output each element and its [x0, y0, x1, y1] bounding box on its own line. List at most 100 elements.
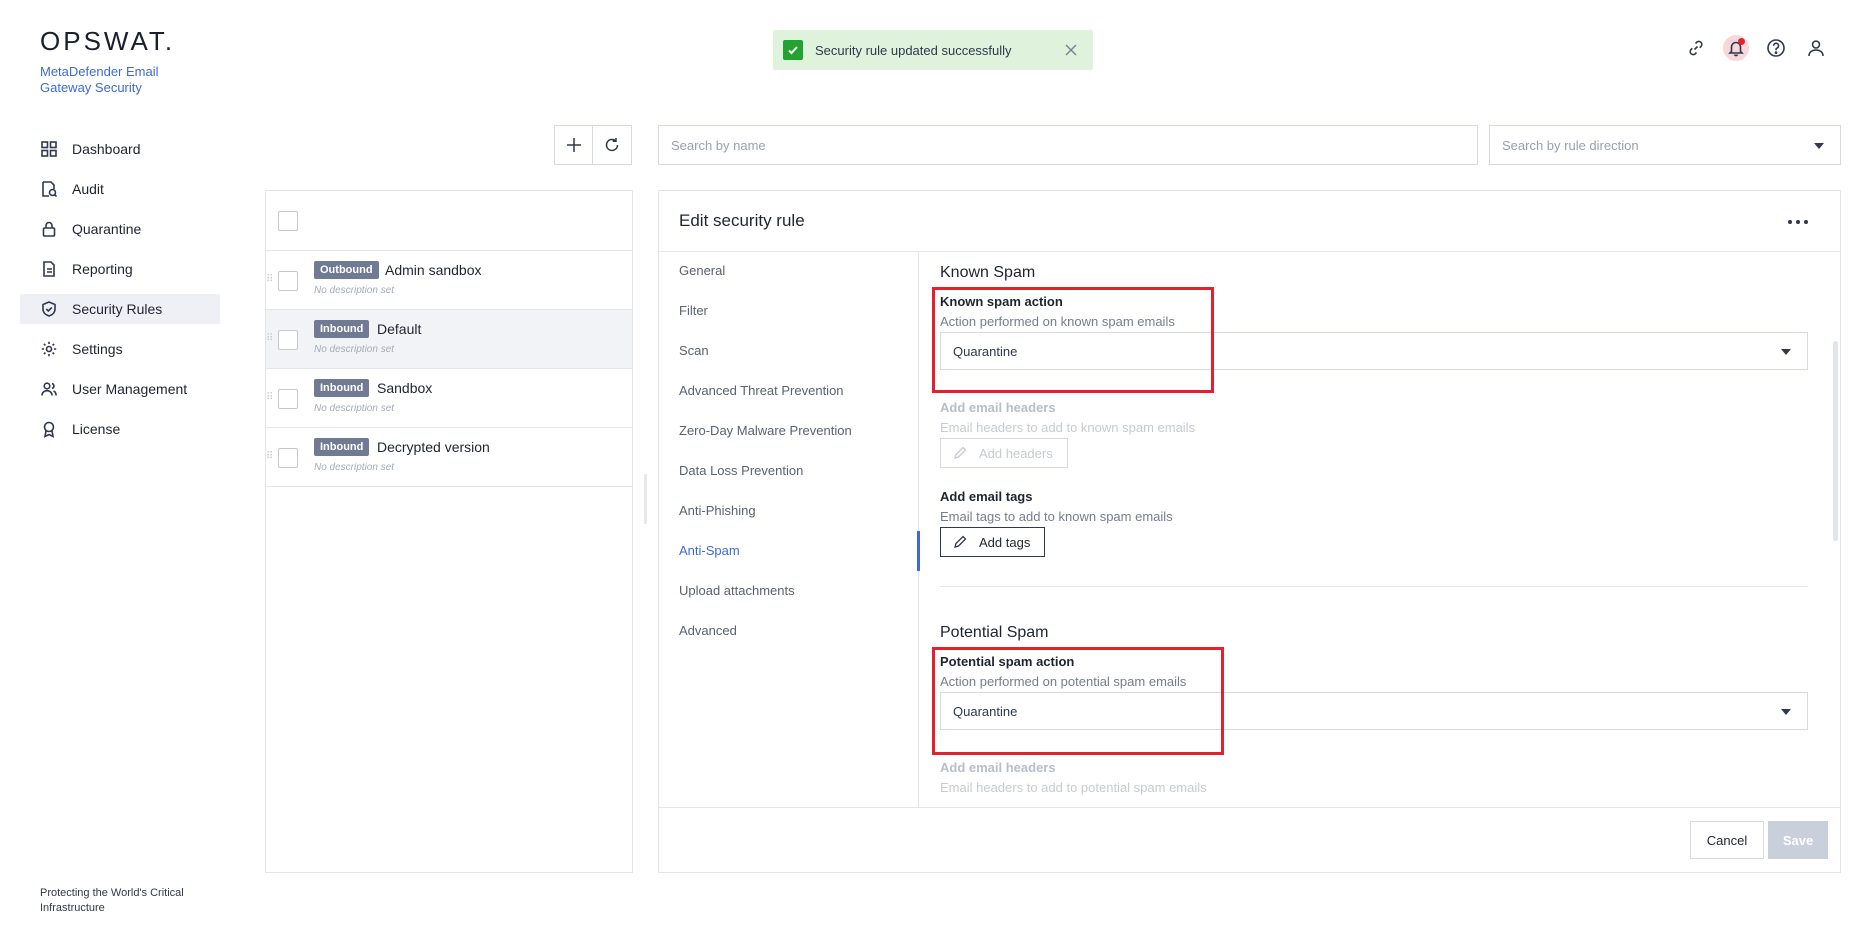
drag-handle-icon[interactable]: ⠿ [266, 334, 274, 344]
rule-name: Admin sandbox [385, 262, 482, 278]
chevron-down-icon [1781, 349, 1791, 355]
sidebar-footer: Protecting the World's Critical Infrastr… [40, 887, 184, 914]
chevron-down-icon [1814, 143, 1824, 149]
refresh-button[interactable] [592, 125, 632, 165]
users-icon [41, 382, 57, 396]
sidebar-item-label: Reporting [72, 261, 133, 277]
add-tags-button[interactable]: Add tags [940, 527, 1046, 557]
potential-spam-headers-description: Email headers to add to potential spam e… [940, 780, 1207, 795]
direction-badge: Inbound [314, 320, 370, 338]
section-divider [940, 586, 1808, 587]
search-input[interactable] [671, 137, 1465, 153]
sidebar-item-quarantine[interactable]: Quarantine [20, 214, 220, 244]
known-spam-title: Known Spam [940, 264, 1036, 281]
direction-badge: Inbound [314, 438, 370, 456]
sidebar-item-license[interactable]: License [20, 414, 220, 444]
logo-text: OPSWAT. [40, 26, 176, 56]
row-checkbox[interactable] [278, 330, 298, 350]
anti-spam-settings: Known Spam Known spam action Action perf… [920, 252, 1832, 806]
save-button[interactable]: Save [1768, 821, 1828, 859]
highlight-box [932, 647, 1224, 755]
pencil-icon [954, 535, 967, 548]
lock-icon [42, 221, 56, 237]
shield-icon [42, 301, 56, 317]
panel-title: Edit security rule [679, 211, 805, 230]
bell-icon[interactable] [1723, 35, 1749, 61]
table-row[interactable]: ⠿ Outbound Admin sandbox No description … [266, 251, 632, 310]
report-icon [43, 261, 55, 277]
add-headers-label: Add headers [979, 445, 1053, 461]
rule-name: Decrypted version [377, 439, 490, 455]
rule-description: No description set [314, 403, 395, 414]
sidebar-item-user-management[interactable]: User Management [20, 374, 220, 404]
sidebar: Dashboard Audit Quarantine Reporting Sec… [20, 134, 220, 454]
row-checkbox[interactable] [278, 448, 298, 468]
rule-name: Sandbox [377, 380, 433, 396]
direction-badge: Inbound [314, 379, 370, 397]
audit-icon [42, 181, 58, 198]
edit-rule-panel: Edit security rule General Filter Scan A… [658, 190, 1841, 873]
tab-anti-spam[interactable]: Anti-Spam [659, 531, 920, 571]
direction-input[interactable] [1502, 137, 1828, 153]
sidebar-item-settings[interactable]: Settings [20, 334, 220, 364]
add-headers-button[interactable]: Add headers [940, 438, 1068, 468]
cancel-button[interactable]: Cancel [1690, 821, 1764, 859]
link-icon[interactable] [1684, 36, 1708, 60]
sidebar-item-label: Settings [72, 341, 123, 357]
refresh-icon [605, 138, 619, 152]
tab-anti-phishing[interactable]: Anti-Phishing [659, 491, 918, 531]
tab-general[interactable]: General [659, 251, 918, 291]
tab-advanced[interactable]: Advanced [659, 611, 918, 651]
add-rule-button[interactable] [554, 125, 594, 165]
rule-name: Default [377, 321, 422, 337]
drag-handle-icon[interactable]: ⠿ [266, 275, 274, 285]
potential-spam-headers-label: Add email headers [940, 760, 1056, 775]
table-row[interactable]: ⠿ Inbound Default No description set [266, 310, 632, 369]
known-spam-tags-description: Email tags to add to known spam emails [940, 509, 1173, 524]
tab-filter[interactable]: Filter [659, 291, 918, 331]
tab-data-loss-prevention[interactable]: Data Loss Prevention [659, 451, 918, 491]
gear-icon [41, 341, 57, 357]
tab-upload-attachments[interactable]: Upload attachments [659, 571, 918, 611]
drag-handle-icon[interactable]: ⠿ [266, 393, 274, 403]
plus-icon [567, 138, 581, 152]
sidebar-item-label: Quarantine [72, 221, 142, 237]
more-options-icon[interactable] [1788, 217, 1812, 227]
row-checkbox[interactable] [278, 271, 298, 291]
sidebar-item-label: License [72, 421, 121, 437]
row-checkbox[interactable] [278, 389, 298, 409]
user-icon[interactable] [1804, 36, 1828, 60]
sidebar-item-label: Dashboard [72, 141, 141, 157]
sidebar-item-security-rules[interactable]: Security Rules [20, 294, 220, 324]
sidebar-item-dashboard[interactable]: Dashboard [20, 134, 220, 164]
direction-badge: Outbound [314, 261, 379, 279]
rule-description: No description set [314, 462, 395, 473]
rule-description: No description set [314, 344, 395, 355]
potential-spam-title: Potential Spam [940, 624, 1049, 641]
sidebar-item-label: Audit [72, 181, 104, 197]
known-spam-tags-label: Add email tags [940, 489, 1033, 504]
close-icon[interactable] [1063, 42, 1079, 58]
help-icon[interactable] [1764, 36, 1788, 60]
tab-zero-day-malware-prevention[interactable]: Zero-Day Malware Prevention [659, 411, 918, 451]
success-toast: Security rule updated successfully [773, 30, 1093, 70]
product-name: MetaDefender Email Gateway Security [40, 64, 159, 95]
content-scrollbar[interactable] [1833, 341, 1838, 541]
check-icon [783, 40, 803, 60]
add-tags-label: Add tags [979, 534, 1031, 550]
license-icon [43, 421, 55, 438]
tab-scan[interactable]: Scan [659, 331, 918, 371]
brand-logo: OPSWAT. MetaDefender Email Gateway Secur… [40, 28, 180, 96]
panel-resize-handle[interactable] [644, 474, 647, 524]
rule-description: No description set [314, 285, 395, 296]
sidebar-item-reporting[interactable]: Reporting [20, 254, 220, 284]
drag-handle-icon[interactable]: ⠿ [266, 452, 274, 462]
tab-advanced-threat-prevention[interactable]: Advanced Threat Prevention [659, 371, 918, 411]
table-row[interactable]: ⠿ Inbound Decrypted version No descripti… [266, 428, 632, 487]
list-header [266, 191, 632, 251]
sidebar-item-audit[interactable]: Audit [20, 174, 220, 204]
panel-footer: Cancel Save [659, 807, 1840, 873]
select-all-checkbox[interactable] [278, 211, 298, 231]
table-row[interactable]: ⠿ Inbound Sandbox No description set [266, 369, 632, 428]
direction-select[interactable] [1489, 125, 1841, 165]
